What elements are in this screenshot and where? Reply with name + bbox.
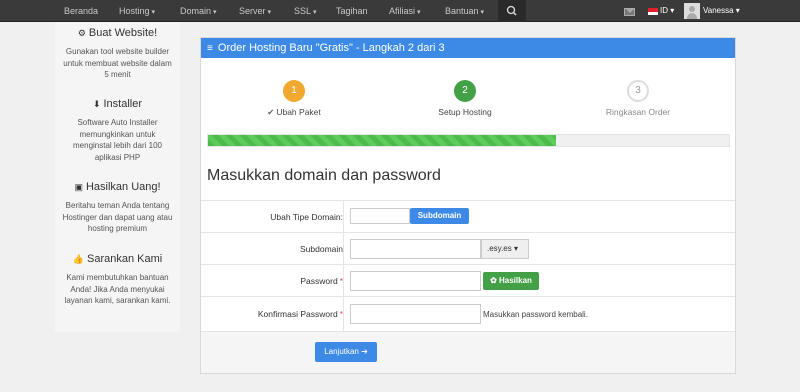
search-icon [506,5,517,16]
continue-button[interactable]: Lanjutkan ➔ [315,342,377,362]
chevron-down-icon: ▾ [213,9,217,16]
avatar[interactable] [684,3,700,19]
sidebar-block-website-builder[interactable]: ⚙ Buat Website! Gunakan tool website buil… [55,26,180,81]
sidebar-block-title: Sarankan Kami [87,253,163,265]
panel-title: Order Hosting Baru "Gratis" - Langkah 2 … [217,42,445,54]
sidebar-block-title: Hasilkan Uang! [85,181,161,193]
list-icon: ≡ [207,43,213,54]
download-icon: ⬇ [92,99,101,109]
sidebar-block-recommend[interactable]: 👍 Sarankan Kami Kami membutuhkan bantuan … [55,252,180,307]
indonesia-flag-icon [648,8,658,15]
nav-server[interactable]: Server ▾ [239,0,271,22]
nav-tagihan[interactable]: Tagihan [336,0,368,22]
nav-ssl[interactable]: SSL ▾ [294,0,317,22]
sidebar-block-title: Installer [103,98,143,110]
form-row-confirm-password: Konfirmasi Password * Masukkan password k… [201,296,735,331]
generate-password-button[interactable]: ✿ Hasilkan [483,272,539,290]
chevron-down-icon: ▾ [417,9,421,16]
sidebar-block-text: Software Auto Installer memungkinkan unt… [73,118,162,162]
form-row-password: Password * ✿ Hasilkan [201,264,735,296]
nav-beranda[interactable]: Beranda [64,0,98,22]
domain-suffix-dropdown[interactable]: .esy.es ▾ [481,239,529,259]
step-1[interactable]: 1 ✔ Ubah Paket [229,80,359,118]
sidebar-block-text: Beritahu teman Anda tentang Hostinger da… [62,201,173,233]
form-row-subdomain: Subdomain .esy.es ▾ [201,232,735,264]
confirm-password-input[interactable] [350,304,481,324]
chevron-down-icon: ▾ [151,9,156,16]
step-number-badge: 2 [454,80,476,102]
subdomain-input[interactable] [350,239,481,259]
step-2: 2 Setup Hosting [400,80,530,117]
domain-type-label: Ubah Tipe Domain: [270,212,343,222]
order-progress-bar [207,134,730,147]
sidebar-block-text: Kami membutuhkan bantuan Anda! Jika Anda… [64,273,171,305]
step-label: Ringkasan Order [605,107,671,117]
domain-type-toggle-left[interactable] [350,208,410,224]
confirm-password-label: Konfirmasi Password * [257,309,343,319]
order-panel: ≡ Order Hosting Baru "Gratis" - Langkah … [200,37,736,374]
sidebar-block-title: Buat Website! [88,27,158,39]
nav-hosting[interactable]: Hosting ▾ [119,0,155,22]
sidebar-block-installer[interactable]: ⬇ Installer Software Auto Installer memun… [55,97,180,163]
section-title: Masukkan domain dan password [207,167,441,184]
confirm-password-hint: Masukkan password kembali. [483,310,588,319]
thumbs-up-icon: 👍 [72,254,84,264]
chevron-down-icon: ▾ [267,9,272,16]
nav-afiliasi[interactable]: Afiliasi ▾ [389,0,421,22]
step-3: 3 Ringkasan Order [573,80,703,117]
chevron-down-icon: ▾ [735,6,740,15]
step-number-badge: 3 [627,80,649,102]
form-row-domain-type: Ubah Tipe Domain: Subdomain [201,200,735,232]
nav-bantuan[interactable]: Bantuan ▾ [445,0,484,22]
chevron-down-icon: ▾ [313,9,317,16]
user-menu[interactable]: Vanessa ▾ [703,0,740,22]
panel-header: ≡ Order Hosting Baru "Gratis" - Langkah … [201,38,735,58]
gears-icon: ⚙ [77,28,86,38]
mail-icon[interactable] [624,8,635,16]
subdomain-type-button[interactable]: Subdomain [410,208,469,224]
password-input[interactable] [350,271,481,291]
nav-domain[interactable]: Domain ▾ [180,0,217,22]
money-icon: ▣ [74,182,83,192]
language-selector[interactable]: ID ▾ [660,0,674,22]
step-label: Ubah Paket [276,107,321,117]
top-navbar: Beranda Hosting ▾ Domain ▾ Server ▾ SSL ▾ Ta… [0,0,800,22]
form-footer [201,331,735,373]
sidebar: ⚙ Buat Website! Gunakan tool website buil… [55,22,180,332]
step-label: Setup Hosting [438,107,492,117]
subdomain-label: Subdomain [299,244,343,254]
chevron-down-icon: ▾ [480,9,485,16]
sidebar-block-affiliate[interactable]: ▣ Hasilkan Uang! Beritahu teman Anda tent… [55,180,180,235]
step-number-badge: 1 [283,80,305,102]
nav-search-button[interactable] [498,0,526,22]
check-icon: ✔ [267,107,275,117]
password-label: Password * [300,276,343,286]
sidebar-block-text: Gunakan tool website builder untuk membu… [63,47,172,79]
progress-fill [208,135,556,146]
